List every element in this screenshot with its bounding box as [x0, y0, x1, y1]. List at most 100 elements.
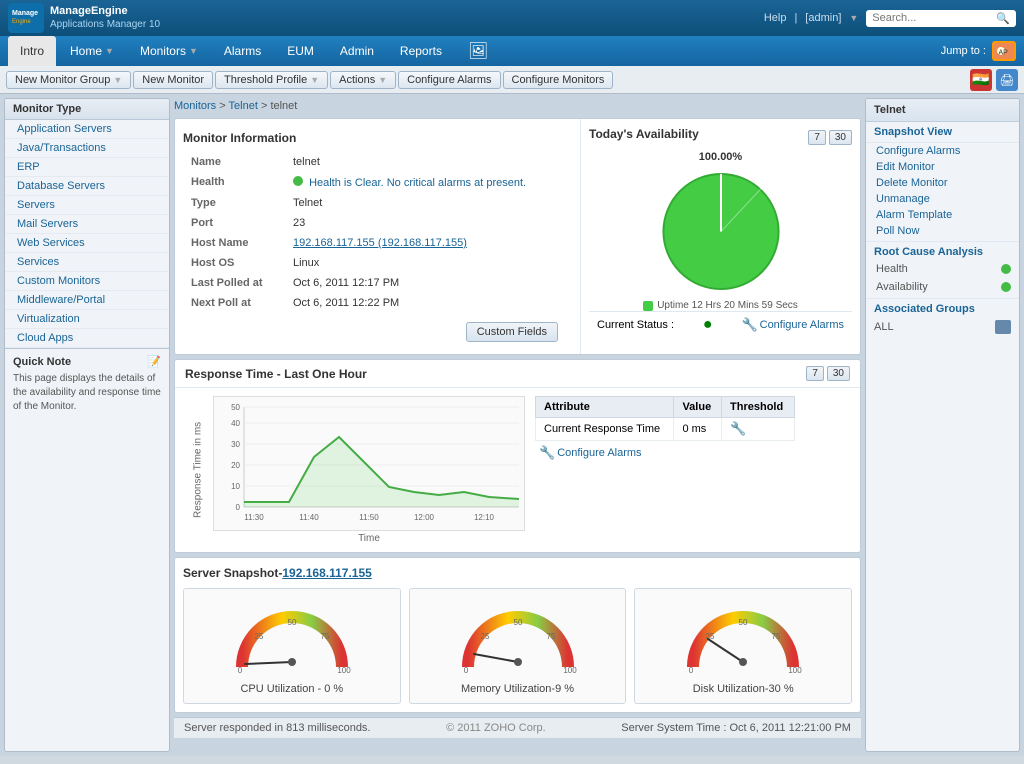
availability-panel: Today's Availability 7 30 100.00% — [580, 119, 860, 354]
gauge-cpu: 0 25 50 75 100 CPU Utilization - 0 % — [183, 588, 401, 704]
nav-bar: Intro Home ▼ Monitors ▼ Alarms EUM Admin… — [0, 36, 1024, 66]
jump-to-icon[interactable]: AP — [992, 41, 1016, 61]
sidebar-item-servers[interactable]: Servers — [5, 196, 169, 215]
nav-reports[interactable]: Reports — [388, 36, 454, 66]
availability-legend: Uptime 12 Hrs 20 Mins 59 Secs — [643, 300, 798, 311]
configure-monitors-button[interactable]: Configure Monitors — [503, 71, 614, 89]
gauge-cpu-label: CPU Utilization - 0 % — [240, 683, 343, 695]
attr-config-text: Configure Alarms — [557, 447, 641, 459]
snapshot-server-link[interactable]: 192.168.117.155 — [282, 566, 371, 580]
search-input[interactable] — [872, 12, 992, 24]
logo-line1: ManageEngine — [50, 5, 160, 18]
rs-health-label: Health — [876, 263, 908, 275]
svg-text:0: 0 — [689, 666, 694, 675]
monitor-info-title: Monitor Information — [183, 127, 566, 151]
nav-admin[interactable]: Admin — [328, 36, 386, 66]
sidebar-item-custom-monitors[interactable]: Custom Monitors — [5, 272, 169, 291]
nav-monitors[interactable]: Monitors ▼ — [128, 36, 210, 66]
rs-configure-alarms[interactable]: Configure Alarms — [866, 143, 1019, 159]
rs-unmanage[interactable]: Unmanage — [866, 191, 1019, 207]
footer-center: © 2011 ZOHO Corp. — [446, 722, 546, 734]
nav-jump: Jump to : AP — [941, 36, 1016, 66]
svg-text:50: 50 — [739, 618, 748, 627]
custom-fields-button[interactable]: Custom Fields — [466, 322, 558, 342]
configure-alarms-button[interactable]: Configure Alarms — [398, 71, 500, 89]
sidebar-item-mail-servers[interactable]: Mail Servers — [5, 215, 169, 234]
toolbar: New Monitor Group ▼ New Monitor Threshol… — [0, 66, 1024, 94]
response-btn-30[interactable]: 30 — [827, 366, 850, 381]
main-layout: Monitor Type Application Servers Java/Tr… — [0, 94, 1024, 756]
attr-cell-threshold: 🔧 — [722, 418, 795, 441]
attr-config-icon: 🔧 — [539, 445, 555, 461]
health-link[interactable]: Health is Clear. No critical alarms at p… — [309, 177, 526, 189]
threshold-profile-caret: ▼ — [310, 75, 319, 85]
svg-text:40: 40 — [231, 419, 240, 428]
toolbar-icon-print[interactable]: 🖨 — [996, 69, 1018, 91]
snapshot-title: Server Snapshot-192.168.117.155 — [183, 566, 852, 580]
monitor-info-table: Monitor Information Name telnet Health H… — [175, 119, 574, 354]
rs-root-cause-section: Root Cause Analysis — [866, 241, 1019, 260]
gauge-cpu-svg: 0 25 50 75 100 — [232, 597, 352, 677]
actions-caret: ▼ — [378, 75, 387, 85]
quick-note-header: Quick Note 📝 — [13, 355, 161, 368]
sidebar-item-java-transactions[interactable]: Java/Transactions — [5, 139, 169, 158]
svg-text:11:40: 11:40 — [299, 513, 319, 522]
jump-to-label: Jump to : — [941, 45, 986, 57]
rs-snapshot-view[interactable]: Snapshot View — [866, 122, 1019, 143]
nav-extra[interactable]: 🖼 — [456, 36, 500, 66]
svg-text:25: 25 — [254, 632, 263, 641]
search-icon[interactable]: 🔍 — [996, 12, 1010, 25]
hostname-link[interactable]: 192.168.117.155 (192.168.117.155) — [293, 237, 467, 249]
toolbar-icons: 🇮🇳 🖨 — [970, 69, 1018, 91]
info-row-hostos: Host OS Linux — [185, 254, 564, 272]
rs-poll-now[interactable]: Poll Now — [866, 223, 1019, 239]
monitor-info-card: Monitor Information Name telnet Health H… — [174, 118, 861, 355]
rs-alarm-template[interactable]: Alarm Template — [866, 207, 1019, 223]
threshold-profile-button[interactable]: Threshold Profile ▼ — [215, 71, 328, 89]
nav-home[interactable]: Home ▼ — [58, 36, 126, 66]
response-chart-controls: 7 30 — [806, 366, 850, 381]
pie-container: 100.00% Uptime 12 Hrs 20 Mins 59 Secs — [589, 151, 852, 311]
current-status-icon: ● — [703, 316, 713, 334]
rs-group-icon[interactable] — [995, 320, 1011, 334]
attr-configure-alarms-link[interactable]: 🔧 Configure Alarms — [539, 445, 791, 461]
breadcrumb-monitors[interactable]: Monitors — [174, 100, 216, 112]
actions-button[interactable]: Actions ▼ — [330, 71, 396, 89]
rs-all-label: ALL — [874, 321, 894, 333]
chart-outer: Response Time in ms 0 10 — [183, 396, 525, 544]
response-btn-7[interactable]: 7 — [806, 366, 824, 381]
quick-note-icon[interactable]: 📝 — [147, 355, 161, 368]
breadcrumb-telnet[interactable]: Telnet — [229, 100, 258, 112]
nav-intro[interactable]: Intro — [8, 36, 56, 66]
availability-configure-alarms[interactable]: 🔧 Configure Alarms — [741, 317, 844, 333]
sidebar-item-cloud-apps[interactable]: Cloud Apps — [5, 329, 169, 348]
admin-menu[interactable]: [admin] — [805, 12, 841, 24]
nav-eum[interactable]: EUM — [275, 36, 326, 66]
rs-delete-monitor[interactable]: Delete Monitor — [866, 175, 1019, 191]
gauge-disk-label: Disk Utilization-30 % — [693, 683, 794, 695]
rs-availability-item: Availability — [866, 278, 1019, 296]
avail-btn-30[interactable]: 30 — [829, 130, 852, 145]
search-box[interactable]: 🔍 — [866, 10, 1016, 27]
info-row-hostname: Host Name 192.168.117.155 (192.168.117.1… — [185, 234, 564, 252]
response-chart-title: Response Time - Last One Hour — [185, 367, 367, 381]
nav-monitors-caret: ▼ — [189, 46, 198, 56]
sidebar-item-virtualization[interactable]: Virtualization — [5, 310, 169, 329]
threshold-icon[interactable]: 🔧 — [730, 421, 746, 436]
new-monitor-group-button[interactable]: New Monitor Group ▼ — [6, 71, 131, 89]
gauge-disk-svg: 0 25 50 75 100 — [683, 597, 803, 677]
nav-alarms[interactable]: Alarms — [212, 36, 273, 66]
sidebar-item-middleware-portal[interactable]: Middleware/Portal — [5, 291, 169, 310]
sidebar-item-database-servers[interactable]: Database Servers — [5, 177, 169, 196]
config-link-text: Configure Alarms — [760, 319, 844, 331]
rs-edit-monitor[interactable]: Edit Monitor — [866, 159, 1019, 175]
help-link[interactable]: Help — [764, 12, 787, 24]
sidebar-item-services[interactable]: Services — [5, 253, 169, 272]
toolbar-icon-flag[interactable]: 🇮🇳 — [970, 69, 992, 91]
sidebar-item-web-services[interactable]: Web Services — [5, 234, 169, 253]
svg-text:10: 10 — [231, 482, 240, 491]
sidebar-item-erp[interactable]: ERP — [5, 158, 169, 177]
sidebar-item-application-servers[interactable]: Application Servers — [5, 120, 169, 139]
new-monitor-button[interactable]: New Monitor — [133, 71, 213, 89]
avail-btn-7[interactable]: 7 — [808, 130, 826, 145]
